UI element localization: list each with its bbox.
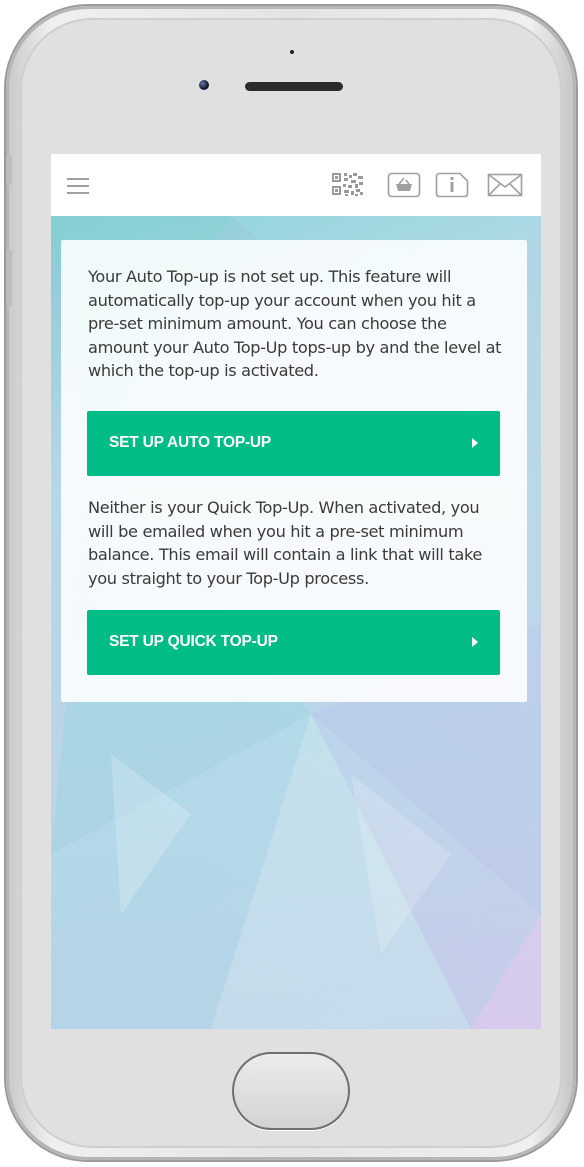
set-up-auto-top-up-button[interactable]: SET UP AUTO TOP-UP <box>87 411 500 476</box>
phone-side-button-left <box>6 155 12 185</box>
front-camera <box>199 80 209 90</box>
auto-top-up-description: Your Auto Top-up is not set up. This fea… <box>88 267 502 380</box>
app-screen: Your Auto Top-up is not set up. This fea… <box>51 154 541 1029</box>
hamburger-menu-icon[interactable] <box>67 178 89 194</box>
earpiece-speaker <box>245 82 343 91</box>
set-up-auto-top-up-label: SET UP AUTO TOP-UP <box>109 434 272 451</box>
phone-volume-button-left <box>6 250 12 306</box>
quick-top-up-description: Neither is your Quick Top-Up. When activ… <box>88 498 482 588</box>
top-up-status-card: Your Auto Top-up is not set up. This fea… <box>61 240 527 702</box>
set-up-quick-top-up-button[interactable]: SET UP QUICK TOP-UP <box>87 610 500 675</box>
chevron-right-icon <box>472 438 478 448</box>
mail-icon[interactable] <box>487 172 523 198</box>
info-icon[interactable] <box>435 172 469 198</box>
qr-code-icon[interactable] <box>331 172 365 198</box>
set-up-quick-top-up-label: SET UP QUICK TOP-UP <box>109 633 278 650</box>
chevron-right-icon <box>472 637 478 647</box>
top-up-basket-icon[interactable] <box>387 172 421 198</box>
app-header <box>51 154 541 216</box>
proximity-sensor <box>290 50 294 54</box>
home-button[interactable] <box>232 1052 350 1130</box>
